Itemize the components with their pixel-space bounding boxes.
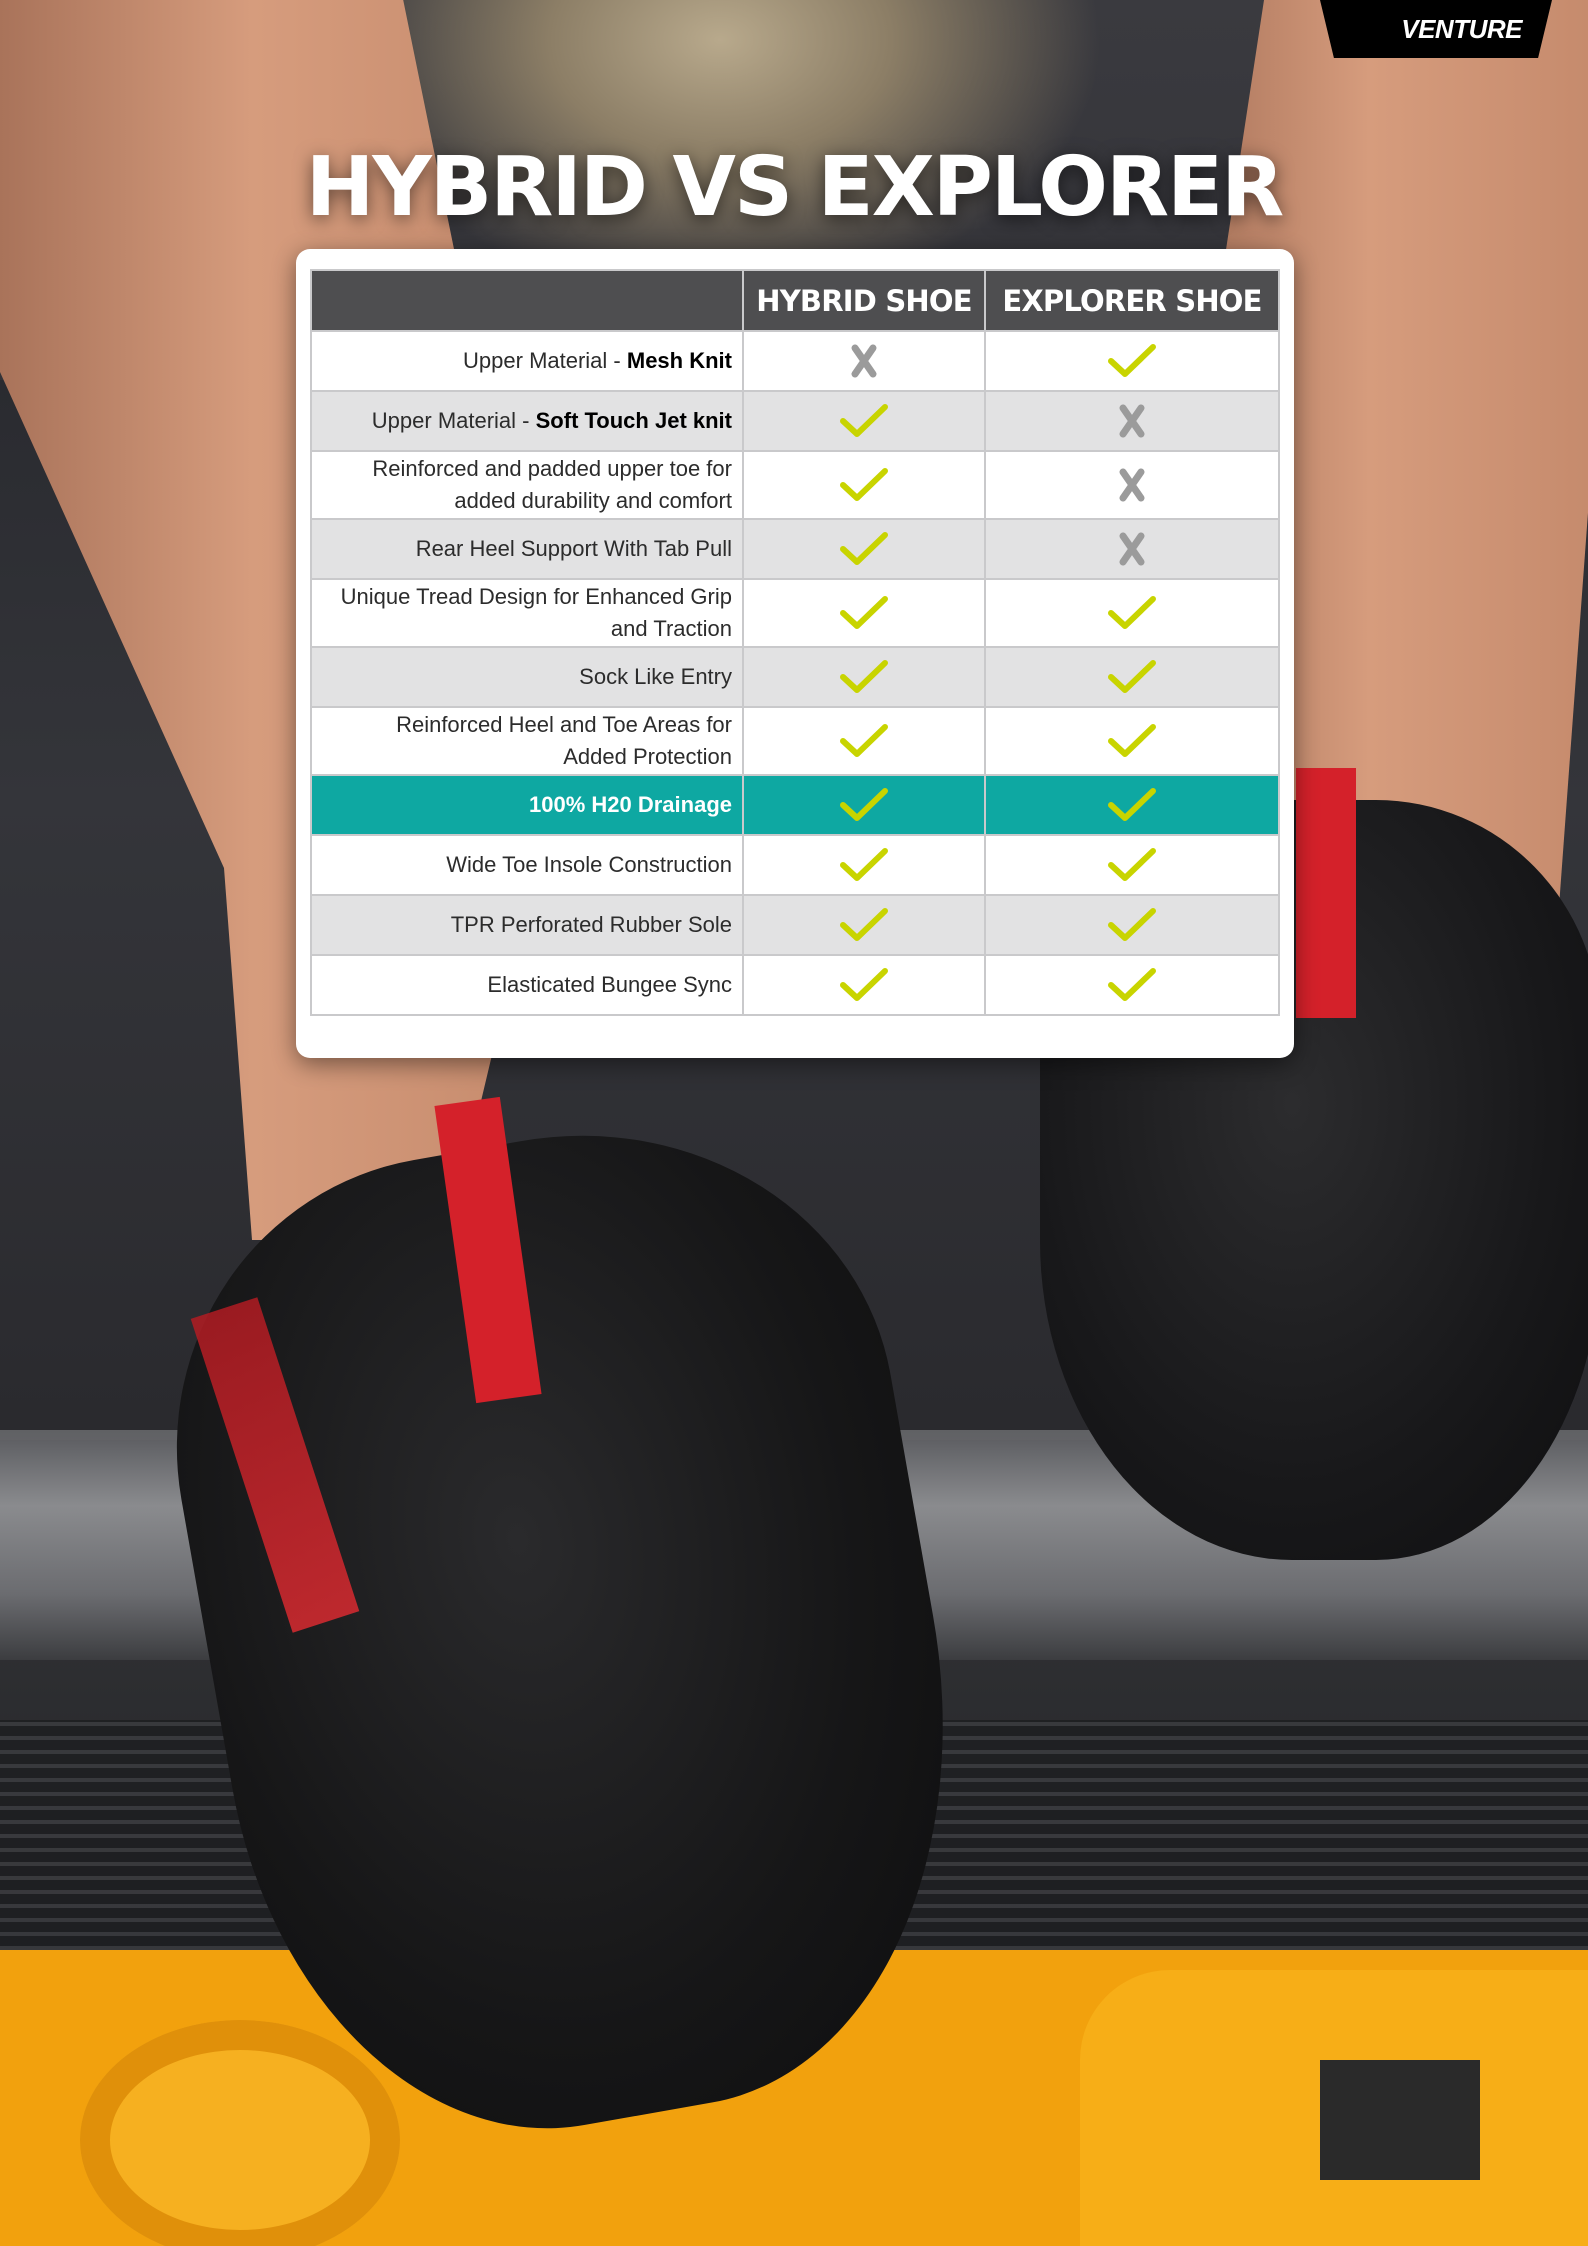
header-hybrid-shoe: HYBRID SHOE <box>742 269 986 332</box>
feature-cell: Reinforced and padded upper toe for added… <box>310 450 744 520</box>
feature-label-line2: and Traction <box>610 616 732 641</box>
explorer-shoe-cell <box>984 646 1280 708</box>
feature-label-line2: Added Protection <box>563 744 732 769</box>
hybrid-shoe-cell <box>742 894 986 956</box>
table-row: Reinforced and padded upper toe for added… <box>310 450 1280 520</box>
cross-icon <box>1117 467 1147 503</box>
explorer-shoe-cell <box>984 518 1280 580</box>
feature-label: 100% H20 Drainage <box>529 792 732 817</box>
checkmark-icon <box>1106 845 1158 885</box>
checkmark-icon <box>838 785 890 825</box>
hybrid-shoe-cell <box>742 390 986 452</box>
feature-label: Upper Material - <box>463 348 627 373</box>
feature-label-emphasis: Soft Touch Jet knit <box>535 408 732 433</box>
feature-label: Sock Like Entry <box>579 664 732 689</box>
table-row: Reinforced Heel and Toe Areas for Added P… <box>310 706 1280 776</box>
hybrid-shoe-cell <box>742 706 986 776</box>
brand-logo: VENTURE <box>1320 0 1552 58</box>
checkmark-icon <box>1106 905 1158 945</box>
comparison-card: HYBRID SHOE EXPLORER SHOE Upper Material… <box>296 249 1294 1058</box>
checkmark-icon <box>1106 965 1158 1005</box>
feature-cell: Wide Toe Insole Construction <box>310 834 744 896</box>
table-row: TPR Perforated Rubber Sole <box>310 894 1280 956</box>
table-row: Unique Tread Design for Enhanced Grip and… <box>310 578 1280 648</box>
hull-graphic <box>80 2020 400 2246</box>
table-row: Sock Like Entry <box>310 646 1280 708</box>
feature-cell: Sock Like Entry <box>310 646 744 708</box>
feature-cell: TPR Perforated Rubber Sole <box>310 894 744 956</box>
explorer-shoe-cell <box>984 330 1280 392</box>
feature-label-emphasis: Mesh Knit <box>626 348 732 373</box>
table-row: Upper Material - Mesh Knit <box>310 330 1280 392</box>
cross-icon <box>849 343 879 379</box>
header-feature-cell <box>310 269 744 332</box>
comparison-table: HYBRID SHOE EXPLORER SHOE Upper Material… <box>310 269 1280 1016</box>
checkmark-icon <box>838 529 890 569</box>
checkmark-icon <box>838 465 890 505</box>
explorer-shoe-cell <box>984 774 1280 836</box>
feature-label: TPR Perforated Rubber Sole <box>450 912 732 937</box>
explorer-shoe-cell <box>984 390 1280 452</box>
checkmark-icon <box>1106 721 1158 761</box>
table-row: Rear Heel Support With Tab Pull <box>310 518 1280 580</box>
hull-graphic-dark <box>1320 2060 1480 2180</box>
checkmark-icon <box>838 905 890 945</box>
feature-label: Wide Toe Insole Construction <box>446 852 732 877</box>
checkmark-icon <box>838 721 890 761</box>
feature-label: Rear Heel Support With Tab Pull <box>415 536 732 561</box>
table-header-row: HYBRID SHOE EXPLORER SHOE <box>310 269 1280 332</box>
feature-label: Unique Tread Design for Enhanced Grip <box>340 584 732 609</box>
explorer-shoe-cell <box>984 578 1280 648</box>
hybrid-shoe-cell <box>742 774 986 836</box>
hybrid-shoe-cell <box>742 646 986 708</box>
feature-cell: Reinforced Heel and Toe Areas for Added P… <box>310 706 744 776</box>
explorer-shoe-cell <box>984 894 1280 956</box>
header-explorer-shoe: EXPLORER SHOE <box>984 269 1280 332</box>
explorer-shoe-cell <box>984 954 1280 1016</box>
feature-label-line2: added durability and comfort <box>454 488 732 513</box>
checkmark-icon <box>838 845 890 885</box>
hybrid-shoe-cell <box>742 330 986 392</box>
hybrid-shoe-cell <box>742 518 986 580</box>
brand-logo-text: VENTURE <box>1401 13 1522 44</box>
explorer-shoe-cell <box>984 834 1280 896</box>
cross-icon <box>1117 403 1147 439</box>
hybrid-shoe-cell <box>742 834 986 896</box>
feature-cell: Upper Material - Mesh Knit <box>310 330 744 392</box>
table-row: Wide Toe Insole Construction <box>310 834 1280 896</box>
checkmark-icon <box>1106 657 1158 697</box>
feature-label: Reinforced Heel and Toe Areas for <box>396 712 732 737</box>
right-heel-tab <box>1296 768 1356 1018</box>
checkmark-icon <box>838 657 890 697</box>
checkmark-icon <box>838 965 890 1005</box>
table-row: 100% H20 Drainage <box>310 774 1280 836</box>
table-row: Upper Material - Soft Touch Jet knit <box>310 390 1280 452</box>
feature-cell: Elasticated Bungee Sync <box>310 954 744 1016</box>
feature-label: Elasticated Bungee Sync <box>487 972 732 997</box>
hybrid-shoe-cell <box>742 954 986 1016</box>
feature-cell: Unique Tread Design for Enhanced Grip and… <box>310 578 744 648</box>
checkmark-icon <box>838 401 890 441</box>
checkmark-icon <box>1106 785 1158 825</box>
hybrid-shoe-cell <box>742 578 986 648</box>
explorer-shoe-cell <box>984 450 1280 520</box>
feature-label: Upper Material - <box>371 408 536 433</box>
checkmark-icon <box>1106 341 1158 381</box>
explorer-shoe-cell <box>984 706 1280 776</box>
table-row: Elasticated Bungee Sync <box>310 954 1280 1016</box>
checkmark-icon <box>838 593 890 633</box>
feature-cell: Rear Heel Support With Tab Pull <box>310 518 744 580</box>
feature-cell: 100% H20 Drainage <box>310 774 744 836</box>
hybrid-shoe-cell <box>742 450 986 520</box>
feature-cell: Upper Material - Soft Touch Jet knit <box>310 390 744 452</box>
feature-label: Reinforced and padded upper toe for <box>372 456 732 481</box>
page-title: HYBRID VS EXPLORER <box>305 140 1285 235</box>
checkmark-icon <box>1106 593 1158 633</box>
cross-icon <box>1117 531 1147 567</box>
